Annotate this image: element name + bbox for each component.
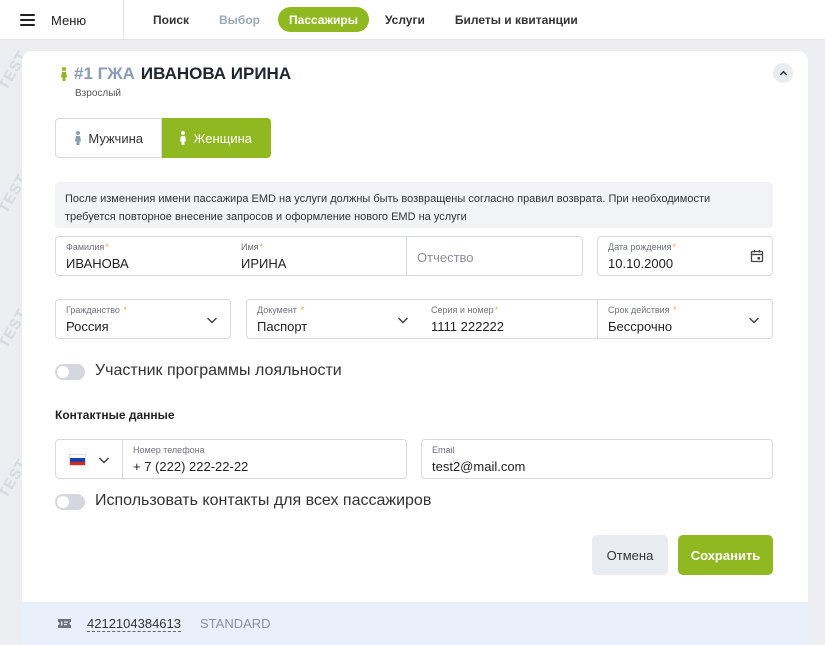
required-marker: *: [259, 242, 264, 252]
chevron-down-icon: [748, 317, 760, 324]
phone-field[interactable]: Номер телефона + 7 (222) 222-22-22: [122, 439, 407, 479]
top-navigation-bar: Меню Поиск Выбор Пассажиры Услуги Билеты…: [0, 0, 825, 40]
required-marker: *: [494, 305, 499, 315]
gender-female-button[interactable]: Женщина: [162, 118, 271, 158]
tab-services[interactable]: Услуги: [371, 7, 439, 32]
citizenship-value: Россия: [66, 319, 109, 334]
step-tabs: Поиск Выбор Пассажиры Услуги Билеты и кв…: [139, 7, 594, 32]
chevron-down-icon: [98, 457, 110, 464]
loyalty-toggle[interactable]: [55, 364, 85, 380]
chevron-up-icon: [779, 70, 787, 75]
ticket-icon: [58, 619, 71, 628]
gender-selector: Мужчина Женщина: [55, 118, 271, 158]
passenger-card: #1 ГЖА ИВАНОВА ИРИНА Взрослый Мужчина Же…: [22, 51, 808, 645]
birthdate-value: 10.10.2000: [608, 256, 674, 271]
validity-select[interactable]: Срок действия * Бессрочно: [597, 299, 773, 339]
required-marker: *: [670, 305, 677, 315]
ticket-number-link[interactable]: 4212104384613: [87, 616, 181, 632]
required-marker: *: [672, 242, 677, 252]
passenger-header: #1 ГЖА ИВАНОВА ИРИНА: [60, 64, 291, 84]
birthdate-field[interactable]: Дата рождения* 10.10.2000: [597, 236, 773, 276]
ticket-bar: 4212104384613 STANDARD: [22, 602, 808, 645]
surname-value: ИВАНОВА: [66, 256, 129, 271]
use-contacts-for-all-label: Использовать контакты для всех пассажиро…: [95, 492, 432, 509]
tab-tickets-receipts[interactable]: Билеты и квитанции: [441, 7, 592, 32]
tab-passengers[interactable]: Пассажиры: [278, 7, 369, 32]
passenger-number: #1 ГЖА: [74, 64, 135, 83]
menu-button[interactable]: Меню: [0, 0, 124, 40]
email-field[interactable]: Email test2@mail.com: [421, 439, 773, 479]
ru-flag-icon: [69, 454, 86, 466]
name-field[interactable]: Имя* ИРИНА: [231, 236, 407, 276]
female-person-icon: [60, 67, 68, 81]
surname-label: Фамилия: [66, 242, 105, 252]
chevron-down-icon: [397, 317, 409, 324]
required-marker: *: [105, 242, 109, 252]
hamburger-icon: [20, 14, 35, 26]
contacts-title: Контактные данные: [55, 408, 175, 422]
chevron-down-icon: [206, 317, 218, 324]
validity-value: Бессрочно: [608, 319, 673, 334]
validity-label: Срок действия: [608, 305, 670, 315]
citizenship-select[interactable]: Гражданство * Россия: [55, 299, 231, 339]
email-value: test2@mail.com: [432, 459, 526, 474]
phone-value: + 7 (222) 222-22-22: [133, 459, 249, 474]
document-select[interactable]: Документ * Паспорт: [246, 299, 422, 339]
menu-label: Меню: [51, 12, 87, 28]
series-number-label: Серия и номер: [431, 305, 494, 315]
series-number-value: 1111 222222: [431, 319, 505, 334]
required-marker: *: [297, 305, 304, 315]
gender-female-label: Женщина: [193, 130, 252, 146]
patronymic-placeholder: Отчество: [417, 250, 474, 265]
name-label: Имя: [241, 242, 259, 252]
calendar-icon[interactable]: [750, 249, 764, 263]
collapse-button[interactable]: [773, 63, 793, 83]
passenger-type: Взрослый: [75, 88, 121, 99]
document-label: Документ: [257, 305, 297, 315]
required-marker: *: [120, 305, 127, 315]
emd-notice: После изменения имени пассажира EMD на у…: [55, 182, 773, 228]
tab-selection: Выбор: [219, 12, 261, 27]
email-label: Email: [432, 445, 455, 455]
loyalty-label: Участник программы лояльности: [95, 362, 342, 379]
name-value: ИРИНА: [241, 256, 287, 271]
ticket-class: STANDARD: [200, 616, 271, 631]
phone-label: Номер телефона: [133, 445, 205, 455]
save-button[interactable]: Сохранить: [678, 535, 773, 575]
surname-field[interactable]: Фамилия* ИВАНОВА: [55, 236, 232, 276]
tab-search[interactable]: Поиск: [139, 7, 203, 32]
male-person-icon: [74, 131, 81, 145]
passenger-name: ИВАНОВА ИРИНА: [140, 64, 292, 83]
gender-male-button[interactable]: Мужчина: [55, 118, 162, 158]
cancel-button[interactable]: Отмена: [592, 535, 668, 575]
birthdate-label: Дата рождения: [608, 242, 672, 252]
female-person-icon: [179, 131, 186, 145]
phone-country-select[interactable]: [55, 439, 123, 479]
gender-male-label: Мужчина: [88, 130, 143, 146]
patronymic-field[interactable]: Отчество: [406, 236, 583, 276]
use-contacts-for-all-toggle[interactable]: [55, 494, 85, 510]
citizenship-label: Гражданство: [66, 305, 120, 315]
document-value: Паспорт: [257, 319, 308, 334]
series-number-field[interactable]: Серия и номер* 1111 222222: [421, 299, 598, 339]
